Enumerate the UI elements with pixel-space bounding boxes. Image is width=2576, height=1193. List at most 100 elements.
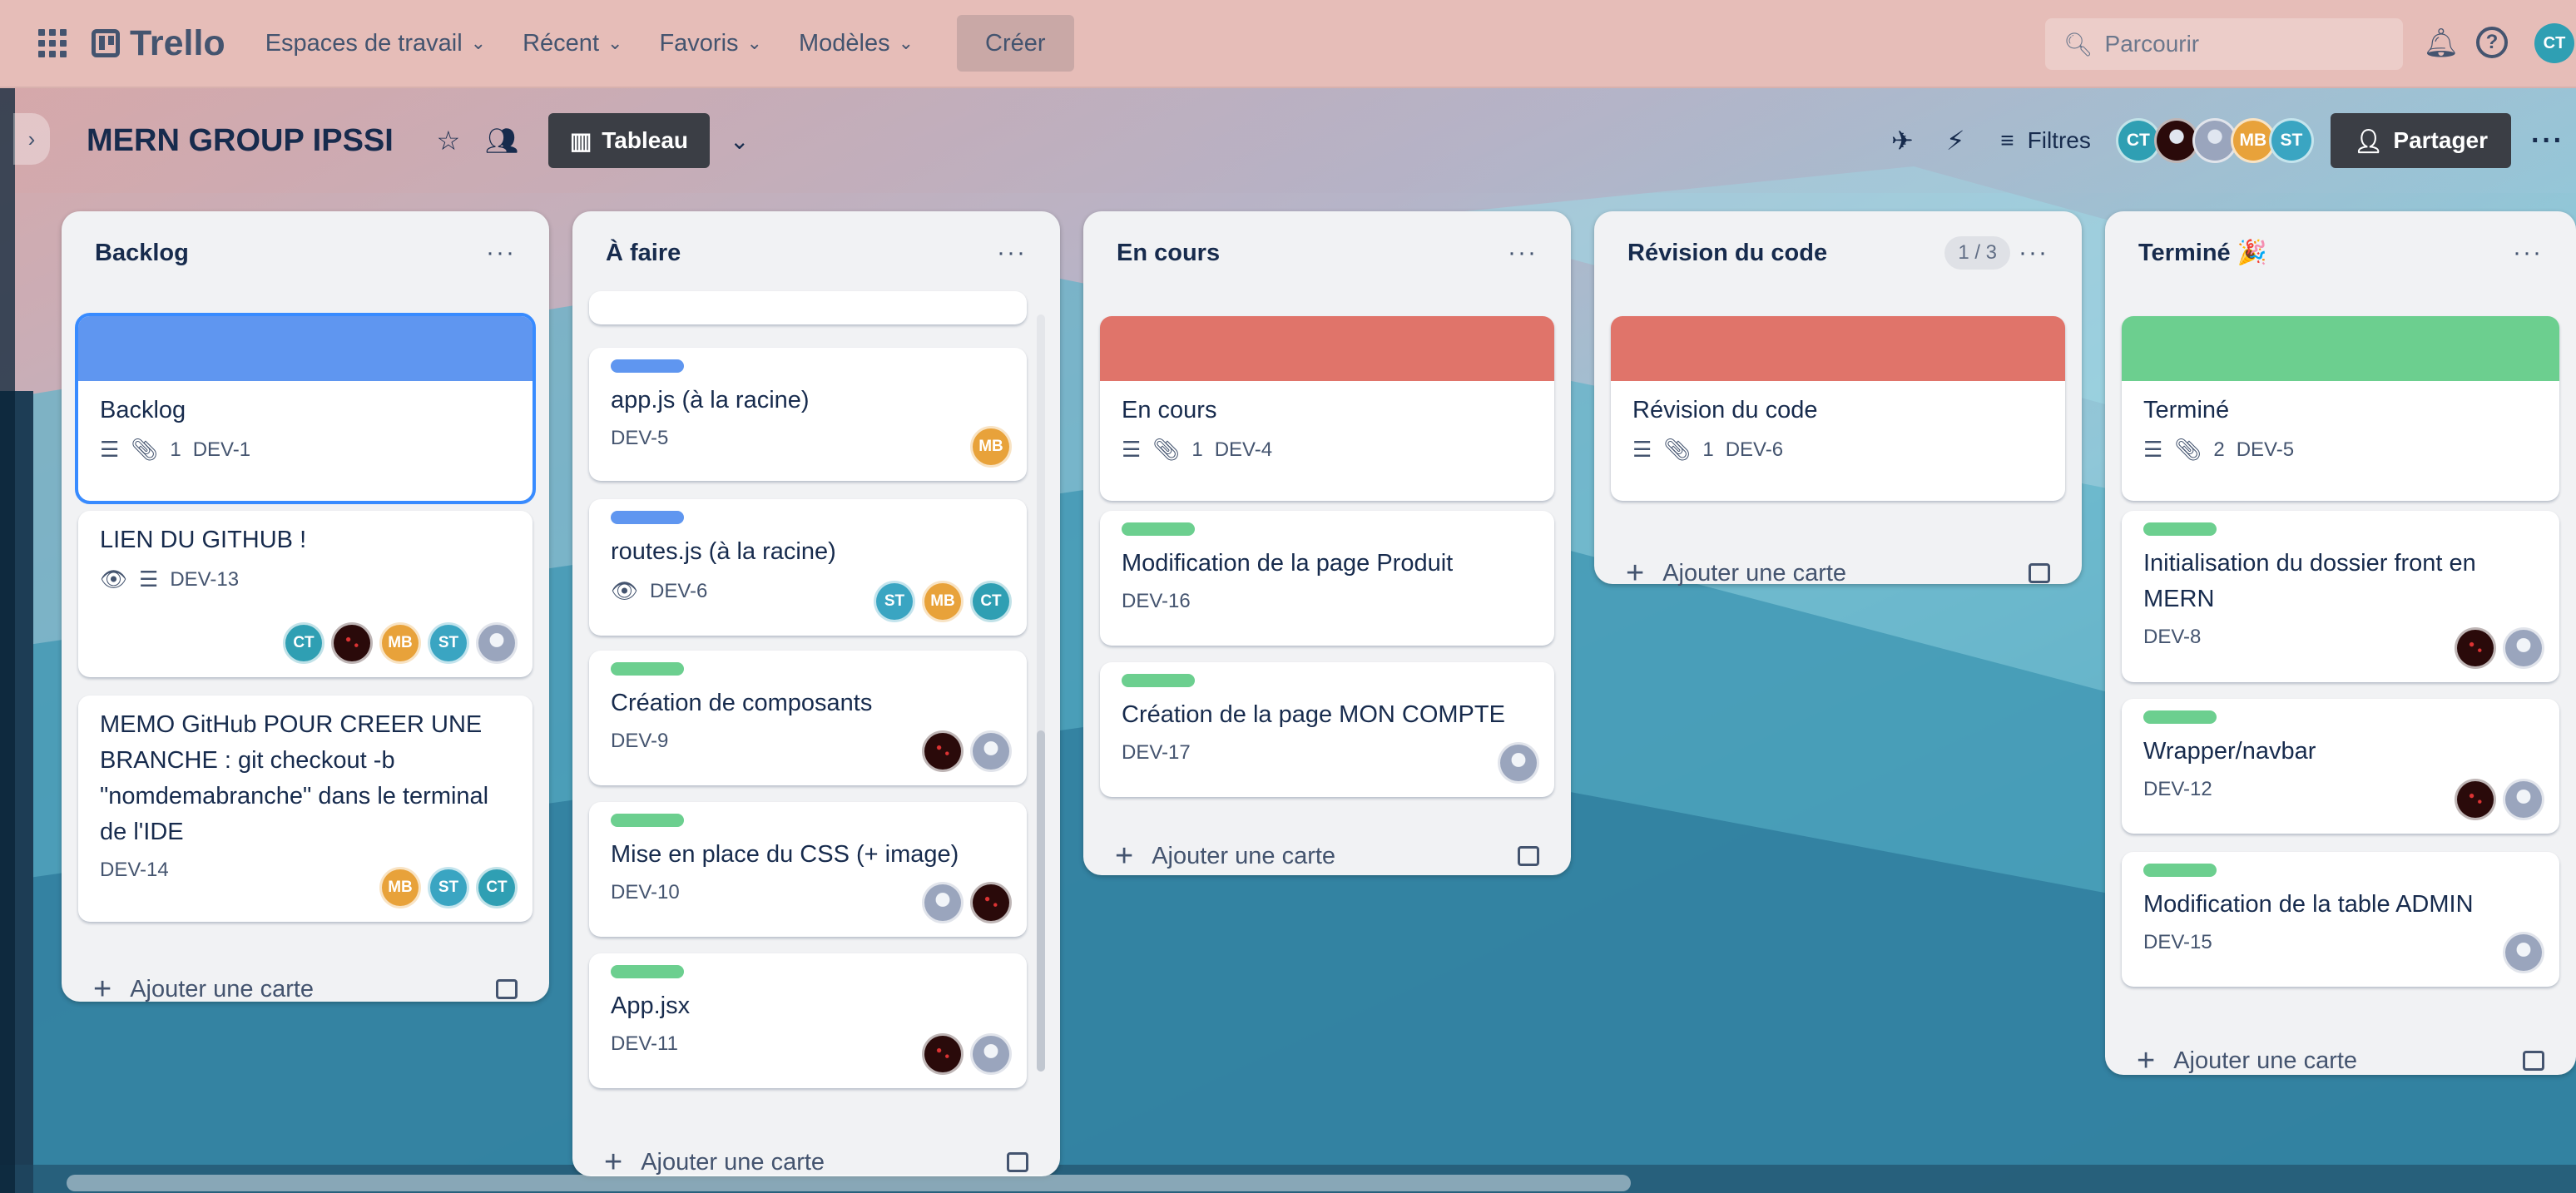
expand-sidebar-button[interactable]: › [13, 113, 50, 165]
member-avatar[interactable]: ST [2268, 118, 2314, 163]
member-avatar[interactable] [970, 730, 1012, 772]
list-title[interactable]: En cours [1117, 240, 1220, 267]
card[interactable]: App.jsx DEV-11 [589, 953, 1027, 1088]
help-icon[interactable]: ? [2476, 27, 2508, 58]
card-template-icon[interactable] [2029, 563, 2050, 583]
member-avatar[interactable]: CT [476, 867, 518, 908]
favorites-menu[interactable]: Favoris ⌄ [641, 17, 780, 70]
list-menu-icon[interactable]: ··· [486, 239, 516, 267]
member-avatar[interactable] [970, 1033, 1012, 1075]
add-card-action[interactable]: + Ajouter une carte [1626, 556, 1846, 592]
card-label[interactable] [611, 814, 684, 827]
card-label[interactable] [1122, 522, 1195, 536]
power-ups-icon[interactable]: ✈︎ [1885, 125, 1919, 156]
notifications-icon[interactable]: 🔔︎ [2423, 25, 2460, 62]
board-menu-icon[interactable]: ··· [2531, 125, 2564, 157]
card[interactable]: En cours ☰ 📎︎ 1 DEV-4 [1100, 316, 1554, 501]
member-avatar[interactable]: MB [970, 426, 1012, 468]
card-label[interactable] [1122, 674, 1195, 687]
search-input[interactable]: 🔍︎ Parcourir [2045, 18, 2403, 70]
create-button[interactable]: Créer [957, 15, 1074, 72]
card[interactable]: MEMO GitHub POUR CREER UNE BRANCHE : git… [78, 696, 533, 922]
card-template-icon[interactable] [496, 979, 518, 999]
add-card-action[interactable]: + Ajouter une carte [2137, 1043, 2357, 1079]
member-avatar[interactable]: ST [428, 622, 469, 664]
list-header-actions: ··· [1508, 239, 1538, 267]
member-avatar[interactable]: ST [874, 581, 915, 622]
card[interactable]: Révision du code ☰ 📎︎ 1 DEV-6 [1611, 316, 2065, 501]
card[interactable]: Création de composants DEV-9 [589, 651, 1027, 785]
member-avatar[interactable]: MB [922, 581, 964, 622]
board-title[interactable]: MERN GROUP IPSSI [87, 123, 394, 159]
card[interactable]: routes.js (à la racine) 👁︎ DEV-6 ST MB CT [589, 499, 1027, 636]
member-avatar[interactable] [2503, 932, 2544, 973]
share-button[interactable]: 👤︎ Partager [2330, 113, 2512, 168]
card-label[interactable] [2143, 864, 2217, 877]
card-partial[interactable] [589, 291, 1027, 324]
card-label[interactable] [611, 359, 684, 373]
card-label[interactable] [2143, 710, 2217, 724]
member-avatar[interactable] [476, 622, 518, 664]
add-card-action[interactable]: + Ajouter une carte [93, 972, 314, 1007]
card-label[interactable] [2143, 522, 2217, 536]
list-menu-icon[interactable]: ··· [1508, 239, 1538, 267]
workspaces-menu[interactable]: Espaces de travail ⌄ [247, 17, 504, 70]
card-label[interactable] [611, 511, 684, 524]
member-avatar[interactable] [922, 1033, 964, 1075]
card[interactable]: Backlog ☰ 📎︎ 1 DEV-1 [75, 313, 536, 504]
list-title[interactable]: Terminé 🎉 [2138, 239, 2267, 267]
card-template-icon[interactable] [1518, 846, 1539, 866]
list-menu-icon[interactable]: ··· [2513, 239, 2543, 267]
apps-grid-icon[interactable] [38, 29, 67, 57]
member-avatar[interactable] [1498, 742, 1539, 784]
member-avatar[interactable] [2455, 779, 2496, 820]
add-card-button[interactable]: + Ajouter une carte [2105, 1032, 2576, 1090]
trello-logo[interactable]: Trello [92, 23, 225, 64]
card-label[interactable] [611, 965, 684, 978]
list-title[interactable]: Révision du code [1627, 240, 1827, 267]
member-avatar[interactable] [922, 882, 964, 923]
add-card-button[interactable]: + Ajouter une carte [62, 960, 549, 1018]
member-avatar[interactable]: ST [428, 867, 469, 908]
card[interactable]: LIEN DU GITHUB ! 👁︎ ☰ DEV-13 CT MB ST [78, 511, 533, 677]
list-title[interactable]: À faire [606, 240, 681, 267]
member-avatar[interactable] [331, 622, 373, 664]
member-avatar[interactable] [970, 882, 1012, 923]
member-avatar[interactable]: CT [283, 622, 324, 664]
card[interactable]: Modification de la table ADMIN DEV-15 [2122, 852, 2559, 987]
visibility-icon[interactable]: 👥︎ [485, 125, 519, 156]
member-avatar[interactable]: MB [379, 867, 421, 908]
card-label[interactable] [611, 662, 684, 676]
card-template-icon[interactable] [2523, 1051, 2544, 1071]
list-menu-icon[interactable]: ··· [997, 239, 1027, 267]
board-view-button[interactable]: ▥ Tableau [547, 113, 711, 168]
card[interactable]: Initialisation du dossier front en MERN D… [2122, 511, 2559, 682]
templates-menu[interactable]: Modèles ⌄ [780, 17, 932, 70]
automation-icon[interactable]: ⚡︎ [1939, 125, 1972, 156]
add-card-button[interactable]: + Ajouter une carte [1594, 544, 2082, 602]
list-menu-icon[interactable]: ··· [2019, 239, 2048, 267]
horizontal-scrollbar[interactable] [67, 1175, 1631, 1191]
list-title[interactable]: Backlog [95, 240, 189, 267]
member-avatar[interactable] [2503, 627, 2544, 669]
view-switcher-chevron-icon[interactable]: ⌄ [730, 127, 749, 155]
list-scrollbar-thumb[interactable] [1037, 730, 1045, 1072]
filters-button[interactable]: ≡ Filtres [2000, 127, 2091, 154]
member-avatar[interactable] [922, 730, 964, 772]
add-card-button[interactable]: + Ajouter une carte [1083, 827, 1571, 885]
recent-menu[interactable]: Récent ⌄ [504, 17, 641, 70]
card[interactable]: app.js (à la racine) DEV-5 MB [589, 348, 1027, 481]
card[interactable]: Terminé ☰ 📎︎ 2 DEV-5 [2122, 316, 2559, 501]
card[interactable]: Création de la page MON COMPTE DEV-17 [1100, 662, 1554, 797]
star-icon[interactable]: ☆ [432, 125, 465, 156]
member-avatar[interactable]: MB [379, 622, 421, 664]
card[interactable]: Modification de la page Produit DEV-16 [1100, 511, 1554, 646]
card[interactable]: Mise en place du CSS (+ image) DEV-10 [589, 802, 1027, 937]
member-avatar[interactable] [2455, 627, 2496, 669]
user-avatar[interactable]: CT [2534, 23, 2574, 63]
card-template-icon[interactable] [1007, 1152, 1028, 1172]
member-avatar[interactable] [2503, 779, 2544, 820]
add-card-action[interactable]: + Ajouter une carte [1115, 839, 1335, 874]
card[interactable]: Wrapper/navbar DEV-12 [2122, 699, 2559, 834]
member-avatar[interactable]: CT [970, 581, 1012, 622]
